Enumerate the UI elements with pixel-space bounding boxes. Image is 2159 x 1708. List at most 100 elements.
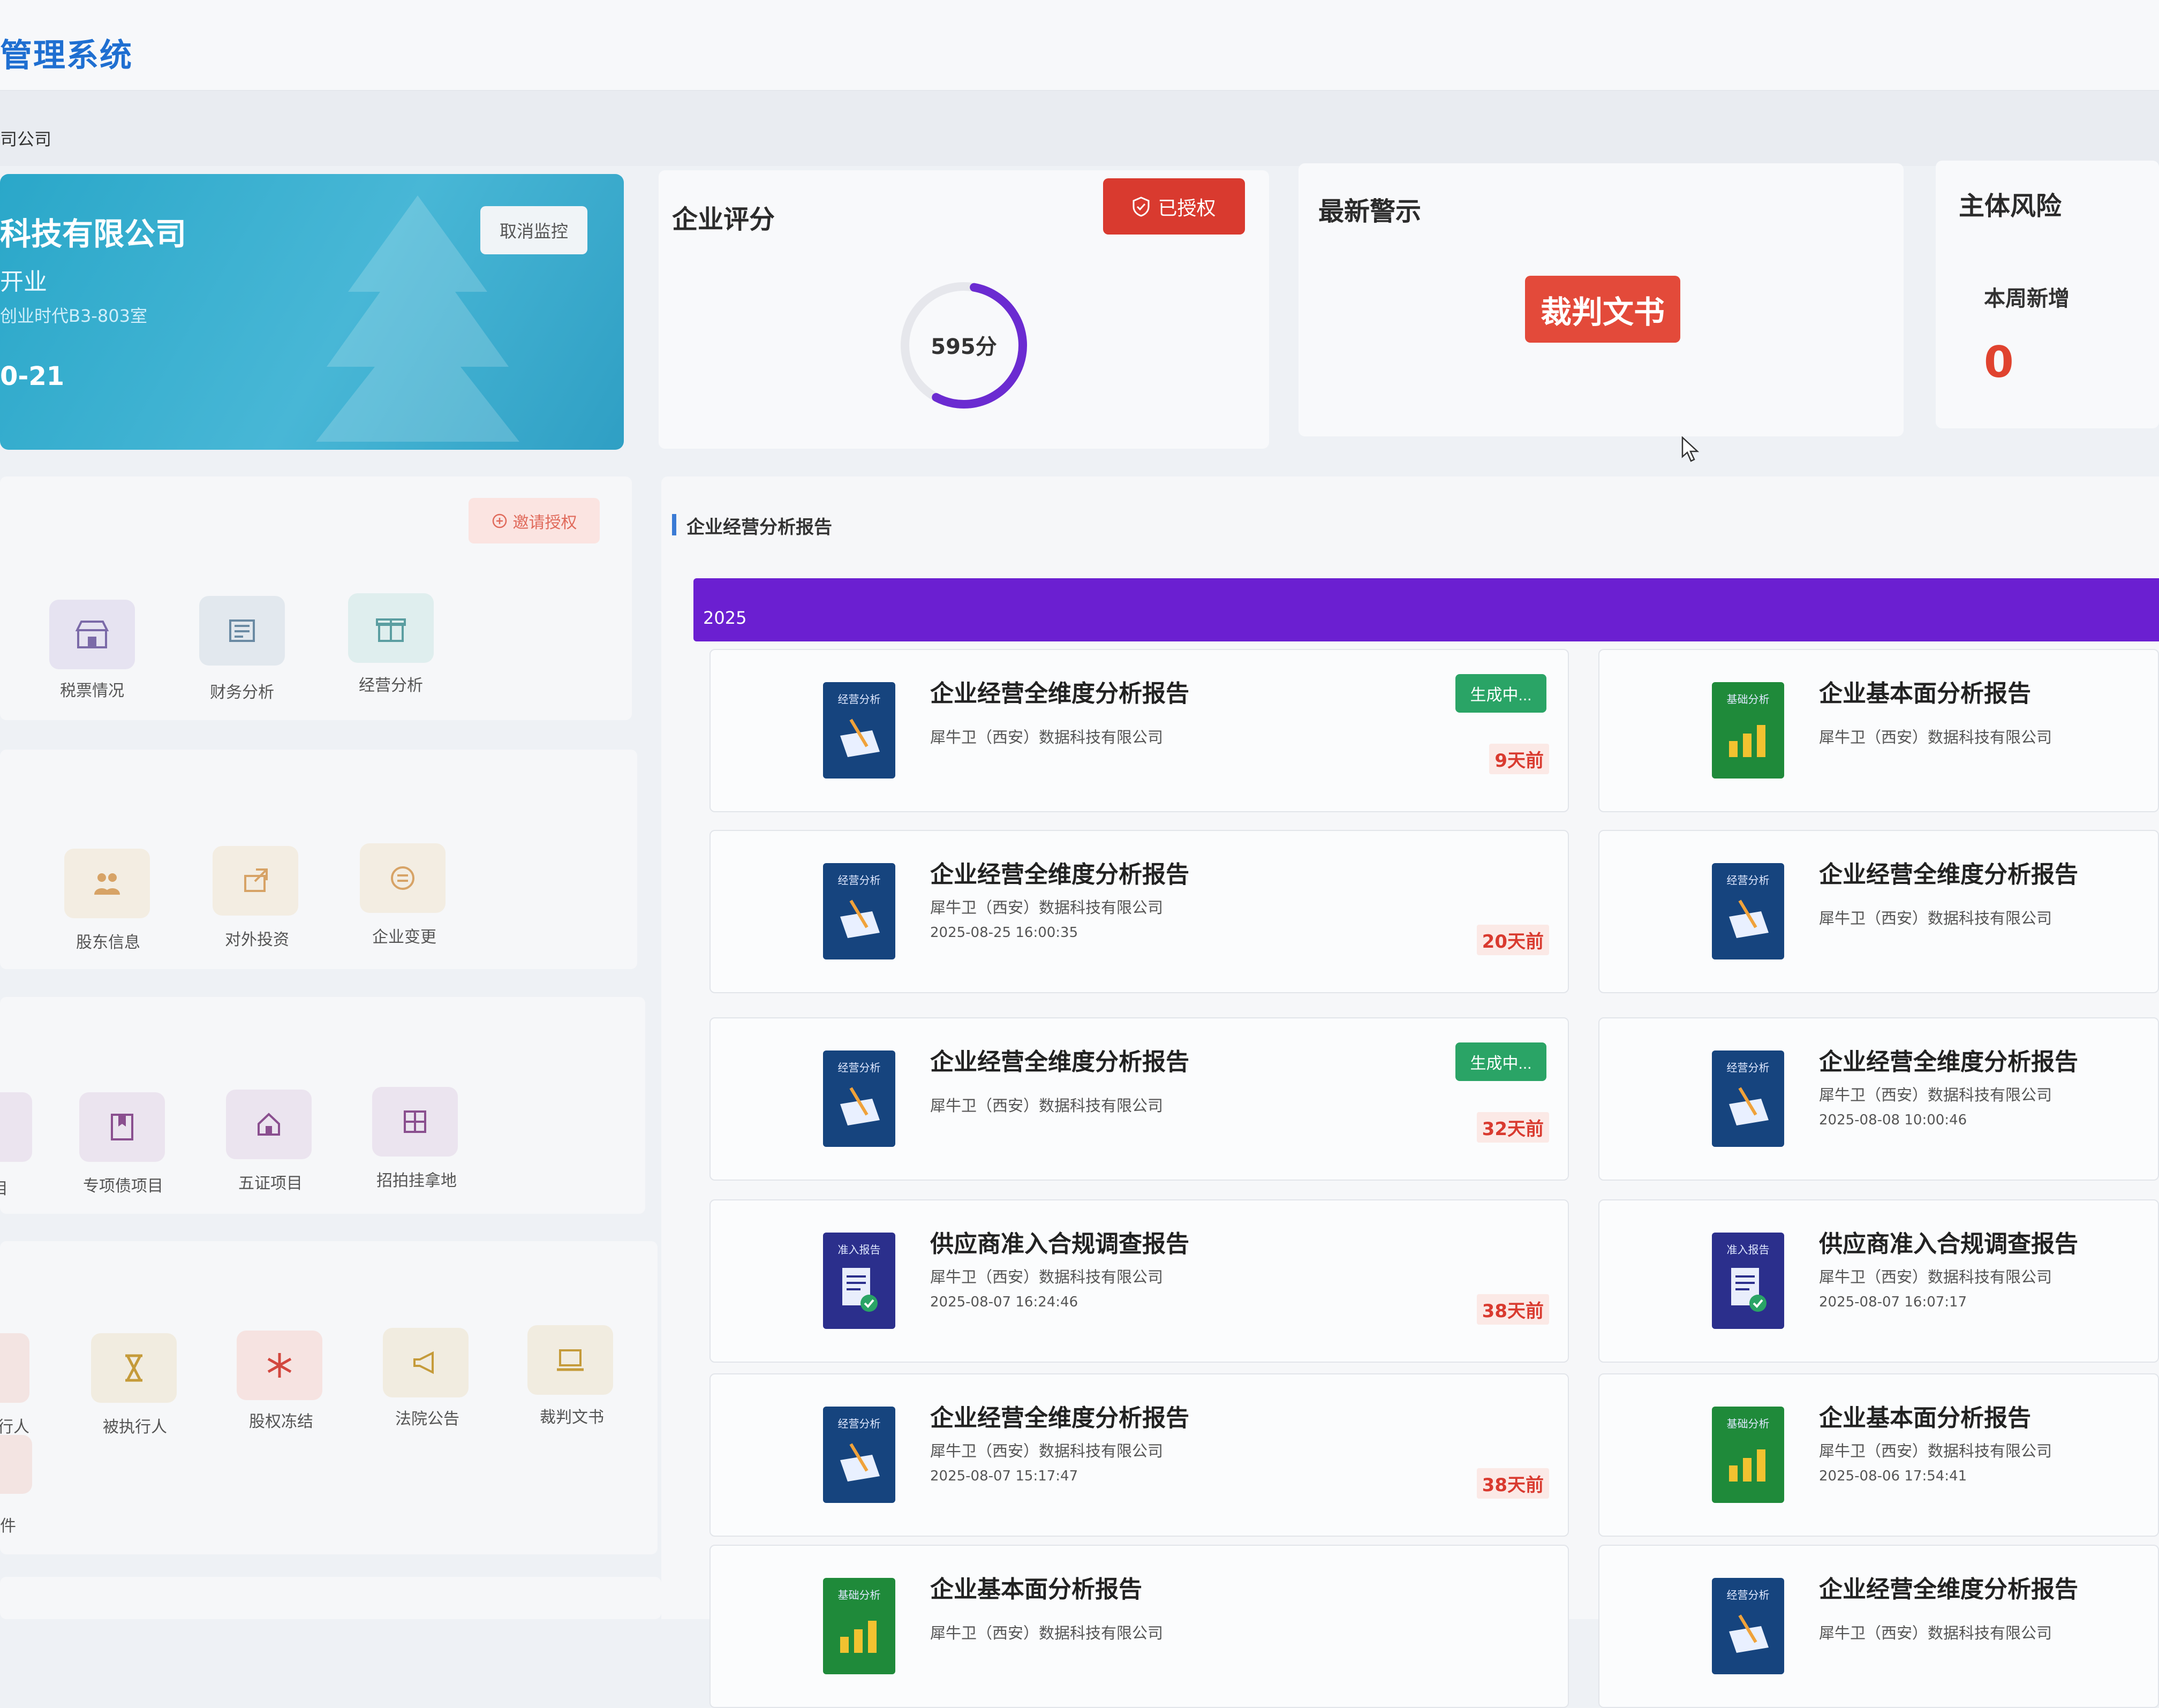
report-days-ago: 38天前 (1476, 1294, 1549, 1325)
report-card[interactable]: 经营分析 企业经营全维度分析报告 犀牛卫（西安）数据科技有限公司 (1598, 1545, 2159, 1708)
company-date: 0-21 (0, 361, 65, 391)
operation-tile[interactable] (348, 593, 434, 663)
executor-tile[interactable] (0, 1333, 29, 1403)
report-time: 2025-08-07 16:07:17 (1819, 1294, 1967, 1310)
report-company: 犀牛卫（西安）数据科技有限公司 (1819, 1442, 2052, 1460)
report-card[interactable]: 经营分析 企业经营全维度分析报告 犀牛卫（西安）数据科技有限公司 (1598, 830, 2159, 993)
plus-circle-icon (492, 513, 507, 528)
request-auth-button[interactable]: 邀请授权 (469, 498, 600, 543)
report-title: 企业经营全维度分析报告 (1819, 861, 2078, 888)
report-cover-icon: 基础分析 (823, 1578, 895, 1674)
tile-label: 法院公告 (395, 1410, 459, 1429)
report-cover-icon: 经营分析 (823, 1407, 895, 1503)
top-bar (0, 0, 2159, 91)
report-time: 2025-08-08 10:00:46 (1819, 1112, 1967, 1128)
report-title: 供应商准入合规调查报告 (1819, 1230, 2078, 1258)
report-time: 2025-08-07 15:17:47 (930, 1468, 1078, 1484)
mouse-cursor-icon (1681, 436, 1700, 462)
investment-tile[interactable] (213, 846, 298, 916)
report-card[interactable]: 基础分析 企业基本面分析报告犀牛卫（西安）数据科技有限公司 (709, 1545, 1569, 1708)
cover-label: 经营分析 (837, 1061, 881, 1074)
app-title: 管理系统 (0, 37, 133, 74)
report-title: 企业基本面分析报告 (930, 1576, 1142, 1603)
judgement-button[interactable]: 裁判文书 (1525, 276, 1680, 343)
unmonitor-button[interactable]: 取消监控 (480, 206, 587, 254)
tile-label: 税票情况 (60, 682, 124, 700)
report-title: 企业经营全维度分析报告 (930, 1048, 1189, 1076)
report-generating-badge[interactable]: 生成中... (1455, 1042, 1546, 1081)
sub-bar (0, 91, 2159, 166)
report-title: 企业基本面分析报告 (1819, 1404, 2031, 1432)
report-days-ago: 32天前 (1476, 1112, 1549, 1143)
report-cover-icon: 基础分析 (1712, 682, 1784, 779)
report-card[interactable]: 基础分析 企业基本面分析报告 犀牛卫（西安）数据科技有限公司 2025-08-06 1… (1598, 1373, 2159, 1537)
gift-icon (376, 618, 406, 642)
tile-label: 股权冻结 (249, 1412, 313, 1431)
case-tile[interactable] (0, 1435, 32, 1494)
judgement-tile[interactable] (527, 1325, 613, 1395)
report-days-ago: 38天前 (1476, 1468, 1549, 1499)
section-marker (672, 514, 676, 535)
company-status: 开业 (0, 268, 47, 296)
cover-label: 准入报告 (837, 1243, 881, 1256)
equity-freeze-tile[interactable] (237, 1331, 322, 1400)
year-bar (693, 578, 2159, 641)
tile-label: 被执行人 (103, 1418, 167, 1437)
shareholder-tile[interactable] (64, 849, 150, 918)
report-card[interactable]: 经营分析 企业经营全维度分析报告犀牛卫（西安）数据科技有限公司 2025-08-07… (709, 1373, 1569, 1537)
risk-title: 主体风险 (1959, 191, 2062, 221)
report-card[interactable]: 准入报告 供应商准入合规调查报告犀牛卫（西安）数据科技有限公司 2025-08-07… (709, 1199, 1569, 1363)
score-value: 595分 (931, 335, 997, 359)
report-company: 犀牛卫（西安）数据科技有限公司 (930, 1624, 1164, 1642)
report-company: 犀牛卫（西安）数据科技有限公司 (1819, 1268, 2052, 1286)
cover-label: 经营分析 (1726, 874, 1770, 887)
tile-label: 企业变更 (372, 928, 436, 947)
snowflake-icon (267, 1353, 292, 1378)
laptop-icon (557, 1349, 584, 1371)
special-bond-tile[interactable] (79, 1092, 165, 1162)
grid-icon (404, 1110, 426, 1133)
report-company: 犀牛卫（西安）数据科技有限公司 (930, 728, 1164, 746)
report-time: 2025-08-07 16:24:46 (930, 1294, 1078, 1310)
cover-label: 基础分析 (837, 1589, 881, 1601)
report-cover-icon: 经营分析 (823, 863, 895, 959)
report-card[interactable]: 准入报告 供应商准入合规调查报告 犀牛卫（西安）数据科技有限公司 2025-08-07… (1598, 1199, 2159, 1363)
report-section-title: 企业经营分析报告 (686, 517, 832, 538)
report-title: 供应商准入合规调查报告 (930, 1230, 1189, 1258)
score-title: 企业评分 (672, 205, 775, 235)
report-cover-icon: 经营分析 (1712, 863, 1784, 959)
report-card[interactable]: 经营分析 企业经营全维度分析报告犀牛卫（西安）数据科技有限公司 32天前 生成中... (709, 1017, 1569, 1181)
tax-tile[interactable] (49, 600, 135, 669)
report-title: 企业经营全维度分析报告 (930, 1404, 1189, 1432)
report-company: 犀牛卫（西安）数据科技有限公司 (930, 898, 1164, 917)
report-card[interactable]: 基础分析 企业基本面分析报告 犀牛卫（西安）数据科技有限公司 (1598, 649, 2159, 812)
report-cover-icon: 经营分析 (1712, 1051, 1784, 1147)
company-address: 创业时代B3-803室 (0, 306, 147, 326)
report-company: 犀牛卫（西安）数据科技有限公司 (930, 1097, 1164, 1115)
report-company: 犀牛卫（西安）数据科技有限公司 (930, 1442, 1164, 1460)
report-title: 企业经营全维度分析报告 (1819, 1576, 2078, 1603)
tile-label: 经营分析 (359, 676, 423, 695)
land-tile[interactable] (372, 1087, 458, 1157)
report-cover-icon: 经营分析 (823, 682, 895, 779)
change-tile[interactable] (360, 843, 446, 913)
finance-tile[interactable] (199, 596, 285, 666)
report-title: 企业基本面分析报告 (1819, 680, 2031, 707)
report-card[interactable]: 经营分析 企业经营全维度分析报告 犀牛卫（西安）数据科技有限公司 2025-08-25… (709, 830, 1569, 993)
risk-weekly-count: 0 (1984, 337, 2014, 387)
tile-label: 执行人 (0, 1418, 29, 1437)
report-card[interactable]: 经营分析 企业经营全维度分析报告 犀牛卫（西安）数据科技有限公司 9天前 生成中... (709, 649, 1569, 812)
tile-label: 案件 (0, 1517, 16, 1536)
report-company: 犀牛卫（西安）数据科技有限公司 (930, 1268, 1164, 1286)
report-card[interactable]: 经营分析 企业经营全维度分析报告 犀牛卫（西安）数据科技有限公司 2025-08-08… (1598, 1017, 2159, 1181)
project-tile[interactable] (0, 1092, 32, 1162)
executed-tile[interactable] (91, 1333, 177, 1403)
cover-label: 经营分析 (1726, 1061, 1770, 1074)
authorized-label: 已授权 (1158, 197, 1216, 219)
court-notice-tile[interactable] (383, 1328, 469, 1397)
five-cert-tile[interactable] (226, 1090, 312, 1159)
authorized-button[interactable]: 已授权 (1103, 178, 1245, 235)
report-company: 犀牛卫（西安）数据科技有限公司 (1819, 1624, 2052, 1642)
report-generating-badge[interactable]: 生成中... (1455, 674, 1546, 713)
people-icon (94, 873, 120, 895)
